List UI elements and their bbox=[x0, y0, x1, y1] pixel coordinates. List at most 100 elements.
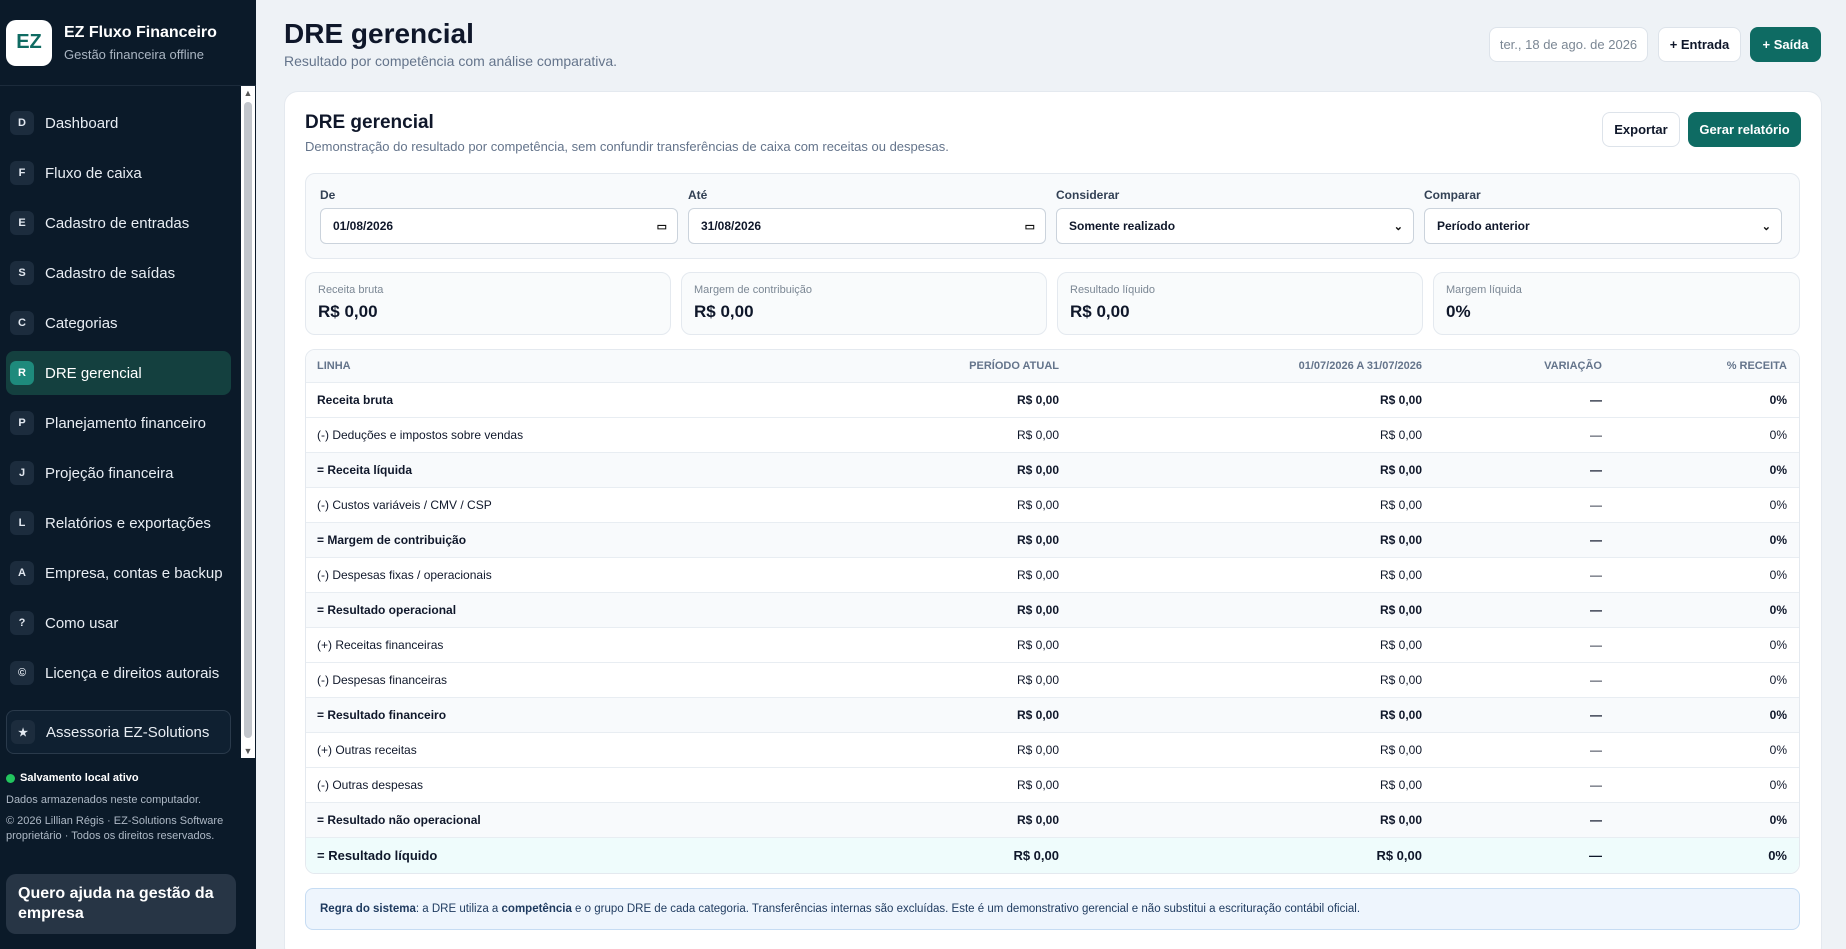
revenue-percent: 0% bbox=[1769, 813, 1787, 827]
brand-subtitle: Gestão financeira offline bbox=[64, 46, 204, 62]
sidebar-item-fluxo-de-caixa[interactable]: F Fluxo de caixa bbox=[6, 151, 231, 195]
table-row: (-) Custos variáveis / CMV / CSP R$ 0,00… bbox=[306, 488, 1799, 523]
sidebar-item-planejamento[interactable]: P Planejamento financeiro bbox=[6, 401, 231, 445]
row-label: (-) Outras despesas bbox=[317, 778, 424, 792]
variation-value: — bbox=[1590, 533, 1602, 547]
rule-text: : a DRE utiliza a bbox=[415, 903, 502, 915]
dre-card: DRE gerencial Demonstração do resultado … bbox=[284, 91, 1822, 949]
consider-label: Considerar bbox=[1056, 188, 1120, 202]
sidebar-item-empresa[interactable]: A Empresa, contas e backup bbox=[6, 551, 231, 595]
table-row-total: = Resultado líquido R$ 0,00 R$ 0,00 — 0% bbox=[306, 838, 1799, 873]
sidebar-item-cadastro-saidas[interactable]: S Cadastro de saídas bbox=[6, 251, 231, 295]
page-subtitle: Resultado por competência com análise co… bbox=[284, 53, 618, 69]
table-row: = Resultado operacional R$ 0,00 R$ 0,00 … bbox=[306, 593, 1799, 628]
sidebar-item-como-usar[interactable]: ? Como usar bbox=[6, 601, 231, 645]
row-label: = Resultado não operacional bbox=[317, 813, 481, 827]
scroll-up-icon[interactable]: ▲ bbox=[241, 86, 255, 100]
kpi-margem-contribuicao: Margem de contribuição R$ 0,00 bbox=[681, 272, 1047, 335]
variation-value: — bbox=[1590, 568, 1602, 582]
variation-value: — bbox=[1590, 778, 1602, 792]
sidebar-item-assessoria[interactable]: ★ Assessoria EZ-Solutions bbox=[6, 710, 231, 754]
add-entrada-button[interactable]: + Entrada bbox=[1658, 27, 1741, 62]
variation-value: — bbox=[1589, 848, 1602, 863]
relatorios-icon: L bbox=[10, 511, 34, 535]
save-status-text: Salvamento local ativo bbox=[20, 772, 139, 784]
scroll-thumb[interactable] bbox=[244, 102, 252, 738]
row-label: = Resultado operacional bbox=[317, 603, 457, 617]
revenue-percent: 0% bbox=[1769, 463, 1787, 477]
previous-value: R$ 0,00 bbox=[1379, 813, 1422, 827]
sidebar-item-label: Relatórios e exportações bbox=[45, 514, 211, 532]
kpi-label: Margem líquida bbox=[1446, 284, 1522, 296]
row-label: Receita bruta bbox=[317, 393, 394, 407]
column-header: LINHA bbox=[317, 360, 351, 372]
variation-value: — bbox=[1590, 393, 1602, 407]
previous-value: R$ 0,00 bbox=[1379, 463, 1422, 477]
previous-value: R$ 0,00 bbox=[1379, 708, 1422, 722]
previous-value: R$ 0,00 bbox=[1376, 848, 1422, 863]
variation-value: — bbox=[1590, 498, 1602, 512]
sidebar-item-licenca[interactable]: © Licença e direitos autorais bbox=[6, 651, 231, 695]
sidebar-item-label: Planejamento financeiro bbox=[45, 414, 206, 432]
from-date-input[interactable]: 01/08/2026 ▭ bbox=[320, 208, 678, 244]
row-label: (+) Outras receitas bbox=[317, 743, 417, 757]
sidebar-item-relatorios[interactable]: L Relatórios e exportações bbox=[6, 501, 231, 545]
previous-value: R$ 0,00 bbox=[1379, 638, 1422, 652]
sidebar-item-dre-gerencial[interactable]: R DRE gerencial bbox=[6, 351, 231, 395]
sidebar-item-label: Assessoria EZ-Solutions bbox=[46, 723, 210, 741]
compare-label: Comparar bbox=[1424, 188, 1481, 202]
sidebar-item-dashboard[interactable]: D Dashboard bbox=[6, 101, 231, 145]
sidebar-item-projecao[interactable]: J Projeção financeira bbox=[6, 451, 231, 495]
table-row: = Resultado financeiro R$ 0,00 R$ 0,00 —… bbox=[306, 698, 1799, 733]
to-date-input[interactable]: 31/08/2026 ▭ bbox=[688, 208, 1046, 244]
kpi-value: R$ 0,00 bbox=[318, 302, 378, 321]
sidebar-item-categorias[interactable]: C Categorias bbox=[6, 301, 231, 345]
sidebar-scrollbar[interactable]: ▲ ▼ bbox=[241, 86, 255, 758]
previous-value: R$ 0,00 bbox=[1379, 743, 1422, 757]
sidebar-item-label: Licença e direitos autorais bbox=[45, 664, 220, 682]
scroll-down-icon[interactable]: ▼ bbox=[241, 744, 255, 758]
consider-select[interactable]: Somente realizado ⌄ bbox=[1056, 208, 1414, 244]
revenue-percent: 0% bbox=[1769, 498, 1787, 512]
row-label: (-) Despesas financeiras bbox=[317, 673, 448, 687]
from-date-value: 01/08/2026 bbox=[333, 219, 394, 233]
compare-select[interactable]: Período anterior ⌄ bbox=[1424, 208, 1782, 244]
add-saida-button[interactable]: + Saída bbox=[1750, 27, 1821, 62]
projecao-icon: J bbox=[10, 461, 34, 485]
generate-report-button[interactable]: Gerar relatório bbox=[1688, 112, 1801, 147]
variation-value: — bbox=[1590, 638, 1602, 652]
help-card-button[interactable]: Quero ajuda na gestão da empresa bbox=[6, 874, 236, 934]
sidebar-item-label: Como usar bbox=[45, 614, 119, 632]
brand-name: EZ Fluxo Financeiro bbox=[64, 23, 217, 41]
table-row: (-) Deduções e impostos sobre vendas R$ … bbox=[306, 418, 1799, 453]
row-label: = Margem de contribuição bbox=[317, 533, 467, 547]
table-row: Receita bruta R$ 0,00 R$ 0,00 — 0% bbox=[306, 383, 1799, 418]
chevron-down-icon: ⌄ bbox=[1393, 221, 1403, 233]
variation-value: — bbox=[1590, 708, 1602, 722]
current-value: R$ 0,00 bbox=[1016, 428, 1059, 442]
table-row: (-) Despesas financeiras R$ 0,00 R$ 0,00… bbox=[306, 663, 1799, 698]
current-value: R$ 0,00 bbox=[1016, 568, 1059, 582]
kpi-label: Receita bruta bbox=[318, 284, 384, 296]
sidebar-item-label: Projeção financeira bbox=[45, 464, 174, 482]
sidebar-item-label: Cadastro de saídas bbox=[45, 264, 176, 282]
variation-value: — bbox=[1590, 603, 1602, 617]
row-label: (-) Despesas fixas / operacionais bbox=[317, 568, 492, 582]
card-subtitle: Demonstração do resultado por competênci… bbox=[305, 139, 949, 154]
variation-value: — bbox=[1590, 743, 1602, 757]
kpi-value: R$ 0,00 bbox=[694, 302, 754, 321]
calendar-icon[interactable]: ▭ bbox=[657, 220, 667, 233]
sidebar-item-cadastro-entradas[interactable]: E Cadastro de entradas bbox=[6, 201, 231, 245]
copyright-text: © 2026 Lillian Régis · EZ-Solutions Soft… bbox=[6, 815, 224, 842]
table-row: (+) Outras receitas R$ 0,00 R$ 0,00 — 0% bbox=[306, 733, 1799, 768]
sidebar-footer: Salvamento local ativo Dados armazenados… bbox=[6, 772, 246, 844]
calendar-icon[interactable]: ▭ bbox=[1025, 220, 1035, 233]
export-button[interactable]: Exportar bbox=[1602, 112, 1680, 147]
table-row: = Receita líquida R$ 0,00 R$ 0,00 — 0% bbox=[306, 453, 1799, 488]
sidebar: EZ EZ Fluxo Financeiro Gestão financeira… bbox=[0, 0, 256, 949]
row-label: (+) Receitas financeiras bbox=[317, 638, 444, 652]
sidebar-item-label: Dashboard bbox=[45, 114, 119, 132]
filter-panel: De 01/08/2026 ▭ Até 31/08/2026 ▭ Conside… bbox=[305, 173, 1800, 259]
sidebar-item-label: Fluxo de caixa bbox=[45, 164, 142, 182]
table-row: = Margem de contribuição R$ 0,00 R$ 0,00… bbox=[306, 523, 1799, 558]
